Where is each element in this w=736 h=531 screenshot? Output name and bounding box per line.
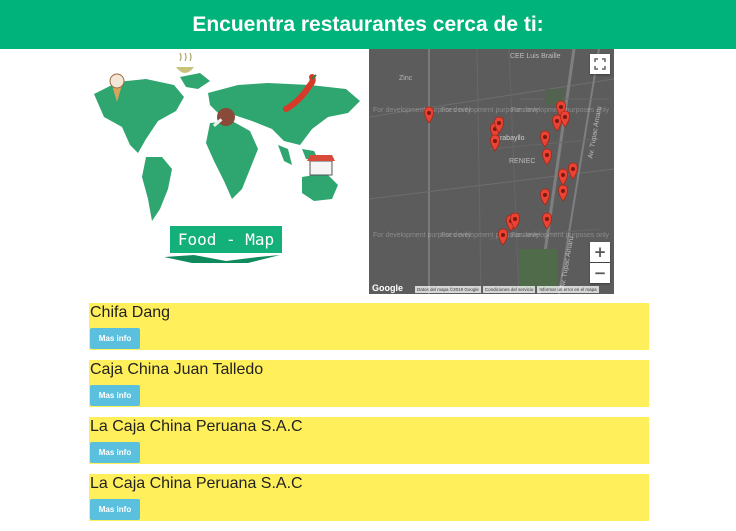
soup-bowl-icon (176, 52, 194, 73)
map-marker (540, 130, 550, 148)
map-marker (542, 148, 552, 166)
report-error-link[interactable]: Informar un error en el mapa (537, 286, 599, 293)
page-header: Encuentra restaurantes cerca de ti: (0, 0, 736, 49)
restaurant-card: Caja China Juan Talledo Mas info (89, 360, 649, 407)
map-marker (542, 212, 552, 230)
map-footer: Google Datos del mapa ©2019 Google Condi… (369, 283, 614, 294)
restaurant-card: Chifa Dang Mas info (89, 303, 649, 350)
map-marker (560, 110, 570, 128)
map-data-credit[interactable]: Datos del mapa ©2019 Google (415, 286, 481, 293)
restaurant-name: Caja China Juan Talledo (90, 361, 264, 378)
map-marker (540, 188, 550, 206)
restaurant-name: Chifa Dang (90, 304, 171, 321)
map-marker (568, 162, 578, 180)
restaurant-map[interactable]: For development purposes only For develo… (369, 49, 614, 294)
map-marker (558, 184, 568, 202)
zoom-in-button[interactable]: + (590, 242, 610, 262)
more-info-button[interactable]: Mas info (90, 385, 140, 406)
map-marker (552, 114, 562, 132)
terms-link[interactable]: Condiciones del servicio (482, 286, 536, 293)
fullscreen-icon (594, 58, 606, 70)
map-marker (490, 134, 500, 152)
map-markers (424, 100, 578, 246)
food-map-logo: Food - Map (88, 49, 368, 294)
restaurant-card: La Caja China Peruana S.A.C Mas info (89, 474, 649, 521)
map-marker (558, 168, 568, 186)
zoom-out-button[interactable]: − (590, 263, 610, 283)
more-info-button[interactable]: Mas info (90, 442, 140, 463)
world-map-icon (94, 52, 360, 263)
restaurant-card: La Caja China Peruana S.A.C Mas info (89, 417, 649, 464)
fullscreen-button[interactable] (590, 54, 610, 74)
restaurant-name: La Caja China Peruana S.A.C (90, 418, 303, 435)
restaurant-list: Chifa Dang Mas info Caja China Juan Tall… (89, 303, 649, 531)
page-title: Encuentra restaurantes cerca de ti: (192, 12, 544, 36)
restaurant-name: La Caja China Peruana S.A.C (90, 475, 303, 492)
more-info-button[interactable]: Mas info (90, 328, 140, 349)
map-marker (498, 228, 508, 246)
google-logo[interactable]: Google (372, 283, 403, 293)
store-icon (307, 155, 335, 176)
logo-label: Food - Map (170, 226, 282, 253)
map-marker (424, 106, 434, 124)
